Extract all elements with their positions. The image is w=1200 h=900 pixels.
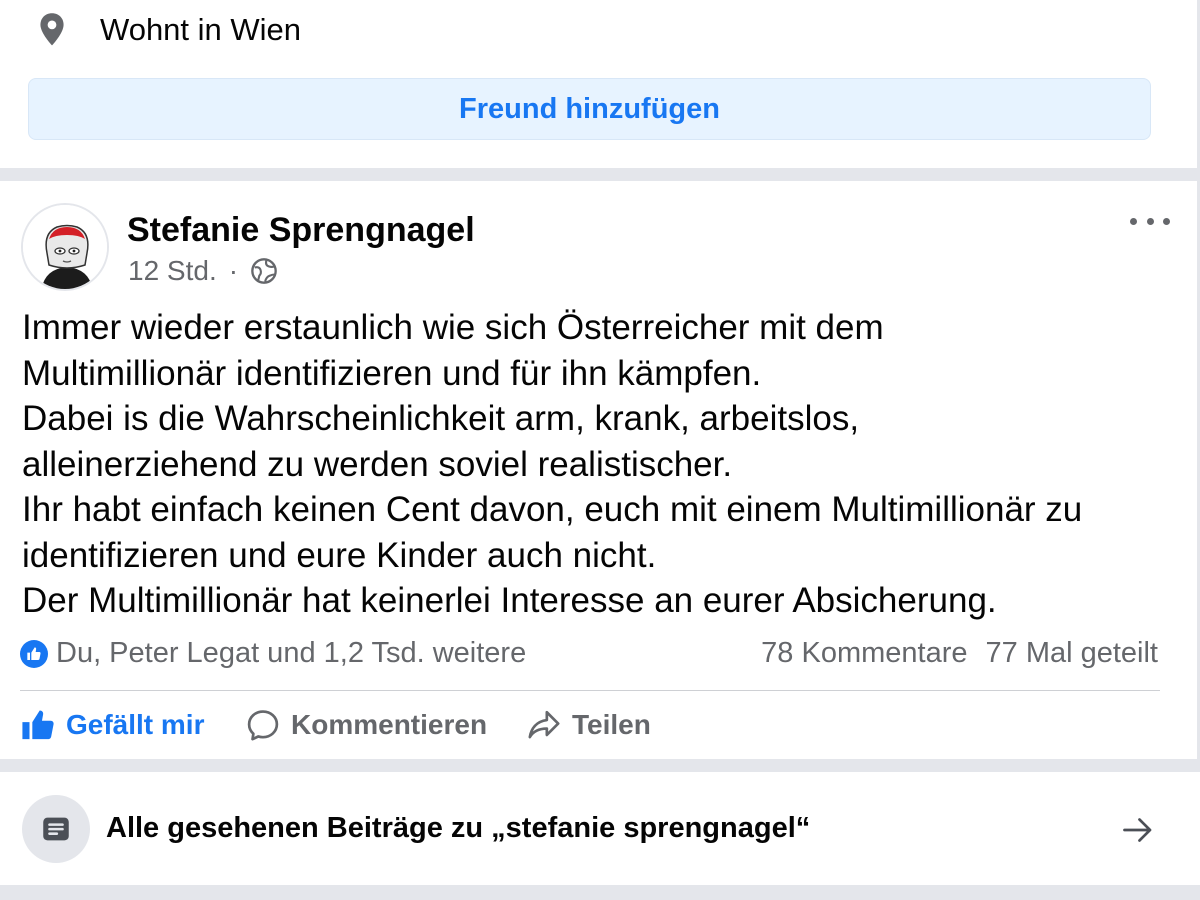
post-card: Stefanie Sprengnagel 12 Std. · Immer wie… xyxy=(0,181,1200,759)
all-posts-label: Alle gesehenen Beiträge zu „stefanie spr… xyxy=(106,812,811,844)
reactions-summary[interactable]: Du, Peter Legat und 1,2 Tsd. weitere xyxy=(20,637,526,670)
post-author-name[interactable]: Stefanie Sprengnagel xyxy=(127,211,475,250)
like-reaction-icon xyxy=(20,639,48,668)
comment-icon xyxy=(245,707,281,743)
map-pin-icon xyxy=(34,12,70,48)
like-label: Gefällt mir xyxy=(66,709,205,740)
post-timestamp[interactable]: 12 Std. xyxy=(128,255,217,287)
avatar[interactable] xyxy=(21,203,109,291)
comments-count[interactable]: 78 Kommentare xyxy=(761,637,967,670)
post-text: Immer wieder erstaunlich wie sich Österr… xyxy=(22,305,1182,624)
all-posts-link[interactable]: Alle gesehenen Beiträge zu „stefanie spr… xyxy=(0,772,1200,885)
post-meta: 12 Std. · xyxy=(128,255,278,287)
section-separator xyxy=(0,168,1200,181)
post-text-line: Der Multimillionär hat keinerlei Interes… xyxy=(22,581,997,620)
post-text-line: Immer wieder erstaunlich wie sich Österr… xyxy=(22,308,884,347)
like-button[interactable]: Gefällt mir xyxy=(20,707,204,743)
post-text-line: Multimillionär identifizieren und für ih… xyxy=(22,353,762,393)
post-text-line: alleinerziehend zu werden soviel realist… xyxy=(22,444,733,484)
document-icon xyxy=(22,795,90,863)
post-text-line: Ihr habt einfach keinen Cent davon, euch… xyxy=(22,490,1083,529)
share-button[interactable]: Teilen xyxy=(526,707,651,743)
arrow-right-icon[interactable] xyxy=(1120,812,1156,848)
comment-label: Kommentieren xyxy=(291,709,488,740)
comment-button[interactable]: Kommentieren xyxy=(245,707,487,743)
globe-icon xyxy=(250,257,278,285)
more-horizontal-icon[interactable] xyxy=(1130,209,1170,233)
post-text-line: Dabei is die Wahrscheinlichkeit arm, kra… xyxy=(22,399,860,438)
reactions-text: Du, Peter Legat und 1,2 Tsd. weitere xyxy=(56,637,527,669)
post-text-line: identifizieren und eure Kinder auch nich… xyxy=(22,535,657,575)
post-stats: Du, Peter Legat und 1,2 Tsd. weitere 78 … xyxy=(20,637,1160,677)
section-separator xyxy=(0,759,1200,772)
section-separator xyxy=(0,885,1200,900)
divider xyxy=(20,690,1160,691)
location-text: Wohnt in Wien xyxy=(100,12,302,47)
share-icon xyxy=(526,707,562,743)
thumbs-up-icon xyxy=(20,707,56,743)
add-friend-button[interactable]: Freund hinzufügen xyxy=(28,78,1151,140)
meta-separator: · xyxy=(228,255,239,286)
shares-count[interactable]: 77 Mal geteilt xyxy=(986,637,1159,670)
engagement-counts: 78 Kommentare 77 Mal geteilt xyxy=(761,637,1158,670)
profile-intro-card: Wohnt in Wien Freund hinzufügen xyxy=(0,0,1200,168)
location-row: Wohnt in Wien xyxy=(34,12,301,48)
share-label: Teilen xyxy=(572,709,651,740)
